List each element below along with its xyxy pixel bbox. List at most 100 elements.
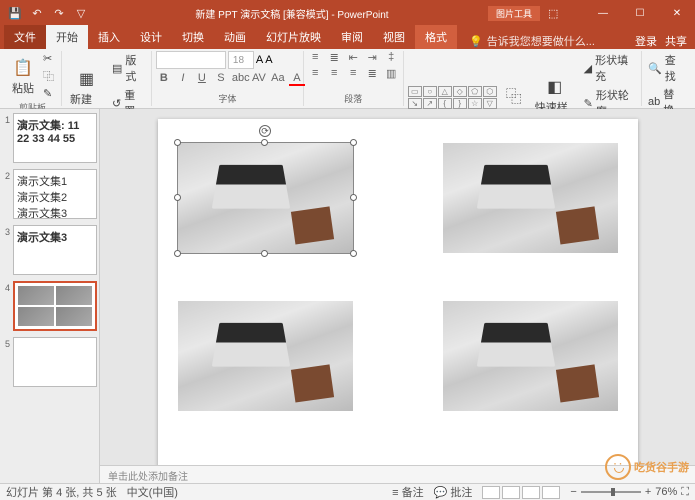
normal-view-button[interactable] <box>482 486 500 499</box>
tab-review[interactable]: 审阅 <box>331 25 373 49</box>
align-right-button[interactable]: ≡ <box>345 67 361 80</box>
maximize-button[interactable]: ☐ <box>622 0 658 26</box>
comments-toggle[interactable]: 💬 批注 <box>434 484 473 500</box>
zoom-level[interactable]: 76% <box>655 486 677 498</box>
share-button[interactable]: 共享 <box>665 33 687 49</box>
justify-button[interactable]: ≣ <box>364 67 380 80</box>
start-icon[interactable]: ▽ <box>74 6 88 20</box>
quick-styles-icon: ◧ <box>544 76 566 98</box>
picture-4[interactable] <box>443 301 618 411</box>
zoom-out-icon[interactable]: − <box>570 486 576 498</box>
picture-1-selected[interactable]: ⟳ <box>178 143 353 253</box>
picture-2[interactable] <box>443 143 618 253</box>
zoom-in-icon[interactable]: + <box>645 486 651 498</box>
tab-animations[interactable]: 动画 <box>214 25 256 49</box>
paste-button[interactable]: 📋粘贴 <box>8 55 38 98</box>
view-buttons <box>482 486 560 499</box>
font-name-box[interactable] <box>156 51 226 69</box>
minimize-button[interactable]: — <box>585 0 621 26</box>
resize-handle[interactable] <box>261 250 268 257</box>
spacing-button[interactable]: AV <box>251 72 267 86</box>
format-painter-button[interactable]: ✎ <box>40 86 57 101</box>
watermark: 吃货谷手游 <box>605 454 689 480</box>
thumbnail-slide-4[interactable] <box>13 281 97 331</box>
fit-to-window-icon[interactable]: ⛶ <box>681 486 689 499</box>
resize-handle[interactable] <box>261 139 268 146</box>
strike-button[interactable]: S <box>213 72 229 86</box>
tab-file[interactable]: 文件 <box>4 25 46 49</box>
tab-view[interactable]: 视图 <box>373 25 415 49</box>
ribbon: 📋粘贴 ✂ ⿻ ✎ 剪贴板 ▦新建 幻灯片 ▤版式 ↺重置 ▭节 幻灯片 18 … <box>0 49 695 109</box>
status-bar: 幻灯片 第 4 张, 共 5 张 中文(中国) ≡ 备注 💬 批注 − + 76… <box>0 483 695 500</box>
cut-button[interactable]: ✂ <box>40 51 57 66</box>
slideshow-view-button[interactable] <box>542 486 560 499</box>
slide-count-status: 幻灯片 第 4 张, 共 5 张 <box>6 484 117 500</box>
tab-slideshow[interactable]: 幻灯片放映 <box>256 25 331 49</box>
resize-handle[interactable] <box>174 194 181 201</box>
font-color-button[interactable]: A <box>289 72 305 86</box>
language-status[interactable]: 中文(中国) <box>127 484 178 500</box>
italic-button[interactable]: I <box>175 72 191 86</box>
align-center-button[interactable]: ≡ <box>326 67 342 80</box>
thumbnail-slide-2[interactable]: 演示文集1演示文集2演示文集3演示文集4演示文集5 <box>13 169 97 219</box>
resize-handle[interactable] <box>174 250 181 257</box>
numbering-button[interactable]: ≣ <box>326 51 342 64</box>
thumbnail-slide-1[interactable]: 演示文集: 11 22 33 44 55 <box>13 113 97 163</box>
shape-fill-button[interactable]: ◢形状填充 <box>581 51 637 85</box>
shrink-font-icon[interactable]: A <box>265 54 272 66</box>
login-link[interactable]: 登录 <box>635 33 657 49</box>
picture-3[interactable] <box>178 301 353 411</box>
indent-inc-button[interactable]: ⇥ <box>364 51 380 64</box>
layout-button[interactable]: ▤版式 <box>109 51 147 85</box>
slide-thumbnails-panel[interactable]: 1演示文集: 11 22 33 44 55 2演示文集1演示文集2演示文集3演示… <box>0 109 100 483</box>
tab-insert[interactable]: 插入 <box>88 25 130 49</box>
layout-icon: ▤ <box>112 62 122 75</box>
redo-icon[interactable]: ↷ <box>52 6 66 20</box>
zoom-control[interactable]: − + 76% ⛶ <box>570 486 689 499</box>
rotate-handle-icon[interactable]: ⟳ <box>259 125 271 137</box>
group-font: 18 A A B I U S abc AV Aa A 字体 <box>152 51 304 106</box>
undo-icon[interactable]: ↶ <box>30 6 44 20</box>
tab-home[interactable]: 开始 <box>46 25 88 49</box>
line-spacing-button[interactable]: ‡ <box>383 51 399 64</box>
tab-format[interactable]: 格式 <box>415 25 457 49</box>
resize-handle[interactable] <box>350 250 357 257</box>
resize-handle[interactable] <box>350 194 357 201</box>
zoom-slider[interactable] <box>581 491 641 493</box>
resize-handle[interactable] <box>350 139 357 146</box>
brush-icon: ✎ <box>43 87 52 100</box>
tell-me-search[interactable]: 💡告诉我您想要做什么... <box>469 33 595 49</box>
thumbnail-slide-5[interactable] <box>13 337 97 387</box>
sorter-view-button[interactable] <box>502 486 520 499</box>
notes-toggle[interactable]: ≡ 备注 <box>392 484 423 500</box>
thumbnail-slide-3[interactable]: 演示文集3 <box>13 225 97 275</box>
bullets-button[interactable]: ≡ <box>307 51 323 64</box>
resize-handle[interactable] <box>174 139 181 146</box>
indent-dec-button[interactable]: ⇤ <box>345 51 361 64</box>
case-button[interactable]: Aa <box>270 72 286 86</box>
underline-button[interactable]: U <box>194 72 210 86</box>
bulb-icon: 💡 <box>469 35 483 48</box>
font-size-box[interactable]: 18 <box>228 51 254 69</box>
group-clipboard: 📋粘贴 ✂ ⿻ ✎ 剪贴板 <box>4 51 62 106</box>
current-slide[interactable]: ⟳ <box>158 119 638 465</box>
find-button[interactable]: 🔍查找 <box>646 51 687 85</box>
copy-icon: ⿻ <box>43 68 54 84</box>
group-drawing: ▭○△◇⬠⬡ ↘↗{}☆▽ →←↔⇄◐⋯ ⿻排列 ◧快速样式 ◢形状填充 ✎形状… <box>404 51 642 106</box>
fill-icon: ◢ <box>584 62 592 75</box>
save-icon[interactable]: 💾 <box>8 6 22 20</box>
tab-design[interactable]: 设计 <box>130 25 172 49</box>
align-left-button[interactable]: ≡ <box>307 67 323 80</box>
reading-view-button[interactable] <box>522 486 540 499</box>
bold-button[interactable]: B <box>156 72 172 86</box>
grow-font-icon[interactable]: A <box>256 54 263 66</box>
copy-button[interactable]: ⿻ <box>40 67 57 85</box>
slide-canvas[interactable]: ⟳ <box>100 109 695 465</box>
ribbon-options-icon[interactable]: ⬚ <box>548 7 584 20</box>
tab-transitions[interactable]: 切换 <box>172 25 214 49</box>
group-editing: 🔍查找 ab替换 ▭选择 编辑 <box>642 51 691 106</box>
close-button[interactable]: ✕ <box>659 0 695 26</box>
workspace: 1演示文集: 11 22 33 44 55 2演示文集1演示文集2演示文集3演示… <box>0 109 695 483</box>
shadow-button[interactable]: abc <box>232 72 248 86</box>
columns-button[interactable]: ▥ <box>383 67 399 80</box>
